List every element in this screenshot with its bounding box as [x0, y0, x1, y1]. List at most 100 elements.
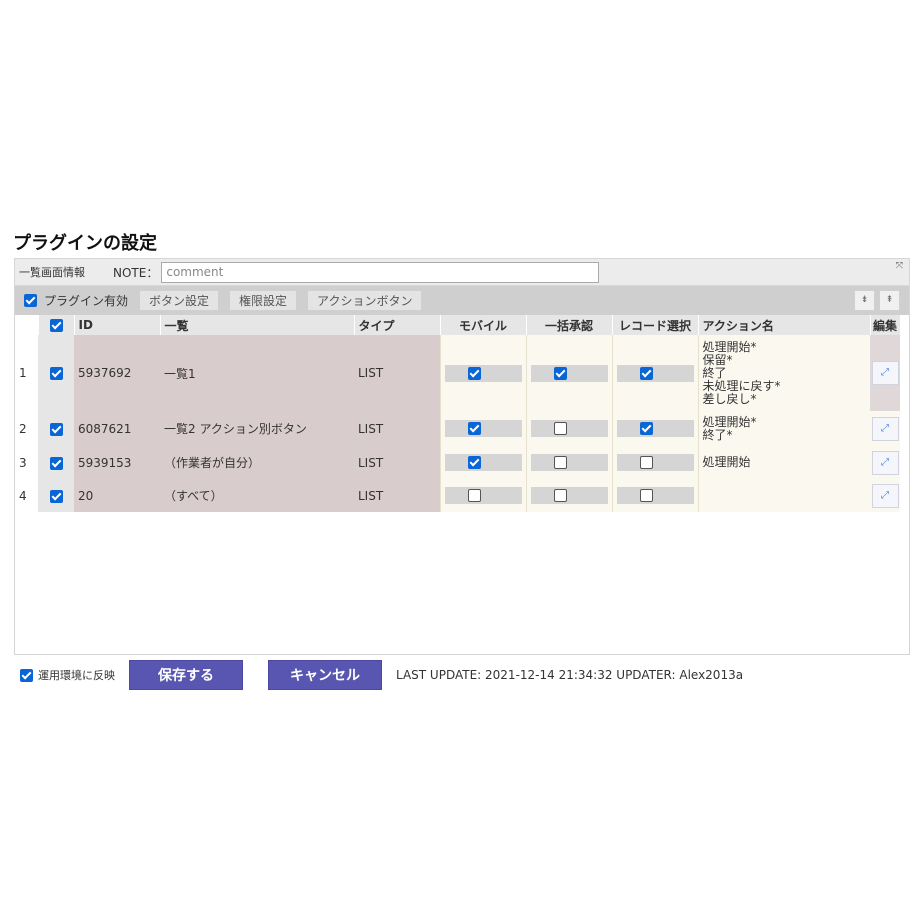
list-screen-info-label: 一覧画面情報 [19, 266, 85, 279]
list-screen-info-bar: 一覧画面情報 NOTE： ⤧ [15, 259, 909, 286]
plugin-settings-panel: 一覧画面情報 NOTE： ⤧ プラグイン有効 ボタン設定 権限設定 アクションボ… [14, 258, 910, 655]
column-header-record-select: レコード選択 [612, 315, 699, 335]
plugin-enabled-checkbox[interactable] [24, 294, 37, 307]
row-list-name: 一覧2 アクション別ボタン [160, 411, 354, 446]
edit-cell: ⤢ [870, 479, 900, 512]
row-id: 5939153 [74, 446, 160, 479]
row-select-cell [38, 479, 74, 512]
action-name-cell: 処理開始* 保留* 終了 未処理に戻す* 差し戻し* [697, 335, 870, 411]
row-id: 6087621 [74, 411, 160, 446]
row-select-checkbox[interactable] [49, 367, 63, 380]
row-select-cell [38, 335, 74, 411]
record-select-checkbox[interactable] [639, 366, 653, 380]
bulk-approve-checkbox[interactable] [553, 422, 567, 435]
record-select-cell [611, 411, 698, 446]
record-select-cell [611, 446, 698, 479]
mobile-checkbox[interactable] [467, 366, 481, 380]
edit-cell: ⤢ [870, 411, 900, 446]
apply-to-production-checkbox[interactable] [20, 668, 33, 682]
select-all-header [38, 315, 75, 335]
row-number: 1 [15, 335, 38, 411]
table-row: 2 6087621 一覧2 アクション別ボタン LIST 処理開始* 終了* ⤢ [15, 411, 900, 446]
row-number: 2 [15, 411, 38, 446]
action-name-cell [697, 479, 870, 512]
column-header-action-name: アクション名 [698, 315, 871, 335]
column-header-type: タイプ [354, 315, 441, 335]
record-select-checkbox[interactable] [639, 456, 653, 469]
row-select-cell [38, 446, 74, 479]
view-settings-table: ID 一覧 タイプ モバイル 一括承認 レコード選択 アクション名 編集 1 5… [15, 315, 901, 512]
row-list-name: （作業者が自分） [160, 446, 354, 479]
expand-icon[interactable]: ⤧ [896, 261, 903, 271]
last-update-text: LAST UPDATE: 2021-12-14 21:34:32 UPDATER… [396, 668, 744, 682]
table-header-row: ID 一覧 タイプ モバイル 一括承認 レコード選択 アクション名 編集 [15, 315, 901, 335]
button-settings-button[interactable]: ボタン設定 [139, 290, 220, 311]
row-select-checkbox[interactable] [49, 456, 63, 470]
row-id: 20 [74, 479, 160, 512]
mobile-checkbox[interactable] [467, 489, 481, 502]
bulk-approve-checkbox[interactable] [553, 489, 567, 502]
save-button[interactable]: 保存する [129, 660, 243, 690]
bulk-approve-cell [525, 411, 612, 446]
mobile-checkbox[interactable] [467, 422, 481, 435]
mobile-cell [439, 446, 526, 479]
action-name-cell: 処理開始 [697, 446, 870, 479]
column-header-mobile: モバイル [440, 315, 527, 335]
move-down-icon[interactable]: ⇟ [854, 290, 875, 311]
record-select-checkbox[interactable] [639, 489, 653, 502]
table-row: 1 5937692 一覧1 LIST 処理開始* 保留* 終了 未処理に戻す* … [15, 335, 900, 411]
record-select-cell [611, 479, 698, 512]
action-name: 終了 [702, 365, 727, 380]
action-name: 未処理に戻す* [702, 378, 781, 393]
action-button-button[interactable]: アクションボタン [307, 290, 423, 311]
action-name: 終了* [702, 427, 733, 442]
action-name: 差し戻し* [702, 391, 757, 406]
edit-cell: ⤢ [870, 335, 900, 411]
action-name: 処理開始 [702, 455, 751, 469]
row-number: 3 [15, 446, 38, 479]
row-type: LIST [354, 335, 440, 411]
mobile-cell [439, 479, 526, 512]
edit-icon[interactable]: ⤢ [871, 361, 899, 385]
action-name: 処理開始* [702, 414, 757, 429]
bulk-approve-checkbox[interactable] [553, 366, 567, 380]
row-select-cell [38, 411, 74, 446]
note-input[interactable] [161, 261, 600, 283]
edit-icon[interactable]: ⤢ [871, 416, 899, 441]
edit-icon[interactable]: ⤢ [871, 483, 899, 508]
record-select-cell [611, 335, 698, 411]
row-type: LIST [354, 479, 440, 512]
permission-settings-button[interactable]: 権限設定 [229, 290, 298, 311]
move-up-icon[interactable]: ⇞ [879, 290, 900, 311]
row-select-checkbox[interactable] [49, 422, 63, 436]
plugin-enabled-label: プラグイン有効 [44, 294, 129, 308]
column-header-list: 一覧 [160, 315, 355, 335]
action-name-cell: 処理開始* 終了* [697, 411, 870, 446]
bulk-approve-cell [525, 335, 612, 411]
apply-to-production-label: 運用環境に反映 [38, 669, 115, 682]
note-label: NOTE： [113, 265, 159, 280]
column-header-bulk-approve: 一括承認 [526, 315, 613, 335]
row-list-name: （すべて） [160, 479, 354, 512]
table-row: 4 20 （すべて） LIST ⤢ [15, 479, 900, 512]
row-select-checkbox[interactable] [49, 489, 63, 503]
column-header-id: ID [74, 315, 161, 335]
table-row: 3 5939153 （作業者が自分） LIST 処理開始 ⤢ [15, 446, 900, 479]
mobile-checkbox[interactable] [467, 456, 481, 469]
row-id: 5937692 [74, 335, 160, 411]
action-name: 処理開始* [702, 339, 757, 354]
action-name: 保留* [702, 352, 733, 367]
column-header-edit: 編集 [870, 315, 901, 335]
record-select-checkbox[interactable] [639, 422, 653, 435]
row-list-name: 一覧1 [160, 335, 354, 411]
mobile-cell [439, 411, 526, 446]
row-number-header [15, 315, 39, 335]
plugin-toolbar: プラグイン有効 ボタン設定 権限設定 アクションボタン ⇟ ⇞ [15, 286, 909, 315]
bulk-approve-checkbox[interactable] [553, 456, 567, 469]
row-type: LIST [354, 446, 440, 479]
select-all-checkbox[interactable] [49, 319, 63, 332]
edit-icon[interactable]: ⤢ [871, 450, 899, 475]
row-type: LIST [354, 411, 440, 446]
bulk-approve-cell [525, 479, 612, 512]
cancel-button[interactable]: キャンセル [268, 660, 382, 690]
